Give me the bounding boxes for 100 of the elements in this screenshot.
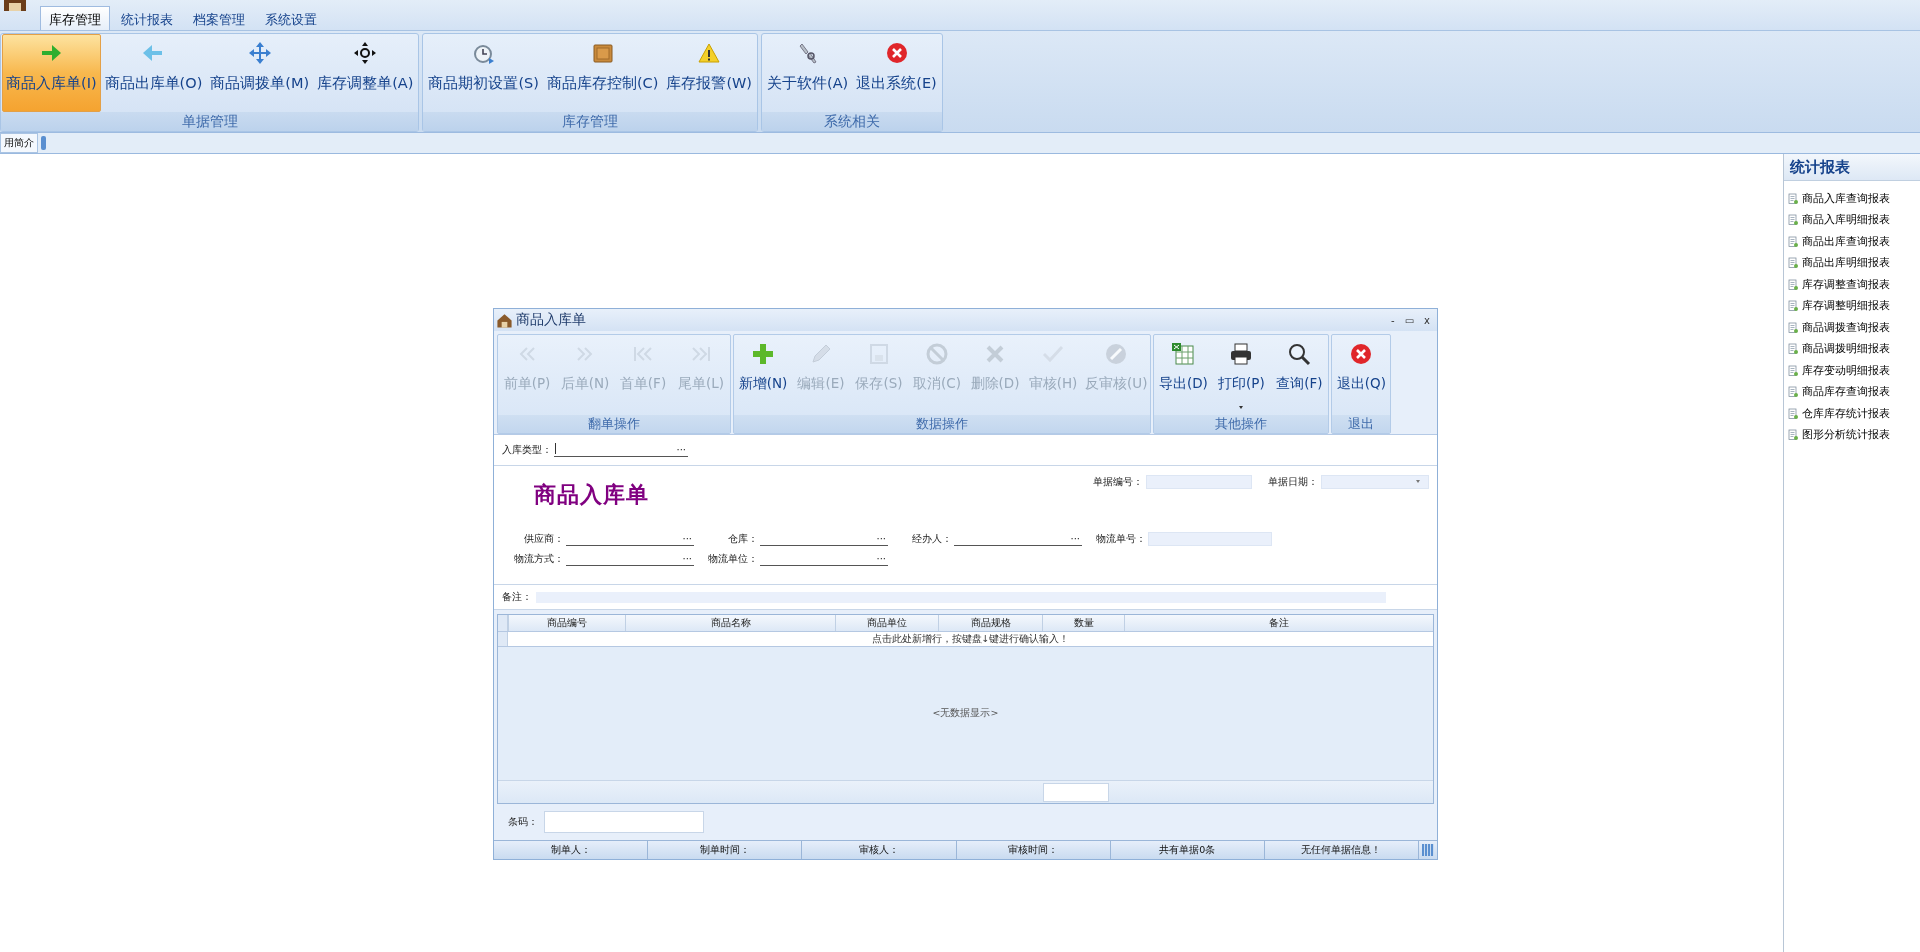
report-icon xyxy=(1787,192,1799,205)
lookup-field[interactable]: ··· xyxy=(760,552,888,566)
ellipsis-button[interactable]: ··· xyxy=(876,533,888,544)
menu-tab[interactable]: 统计报表 xyxy=(112,6,182,30)
column-header[interactable]: 商品名称 xyxy=(625,615,835,631)
lookup-field[interactable]: ··· xyxy=(566,532,694,546)
ribbon-button[interactable]: 商品期初设置(S) xyxy=(424,34,543,112)
column-header[interactable]: 备注 xyxy=(1124,615,1433,631)
group-title: 其他操作 xyxy=(1154,415,1329,433)
field-label: 单据编号： xyxy=(1093,475,1143,489)
field-label: 物流单位： xyxy=(707,552,758,566)
group-title: 数据操作 xyxy=(734,415,1151,433)
ribbon-button[interactable]: 商品调拨单(M) xyxy=(206,34,314,112)
field-label: 单据日期： xyxy=(1268,475,1318,489)
pencil-icon xyxy=(809,342,833,366)
ellipsis-button[interactable]: ··· xyxy=(1070,533,1082,544)
report-icon xyxy=(1787,321,1799,334)
move-target-icon xyxy=(353,41,378,65)
search-icon xyxy=(1287,342,1312,366)
lookup-field[interactable]: ··· xyxy=(954,532,1082,546)
window-control[interactable]: x xyxy=(1421,314,1433,326)
tab-scroll-handle[interactable] xyxy=(41,136,46,150)
field-label: 物流方式： xyxy=(513,552,564,566)
status-cell: 审核时间： xyxy=(956,841,1111,859)
report-icon xyxy=(1787,364,1799,377)
form-heading: 商品入库单 xyxy=(534,480,649,509)
column-header[interactable]: 商品规格 xyxy=(938,615,1042,631)
toolbar-button[interactable]: 打印(P) xyxy=(1212,335,1271,415)
report-icon xyxy=(1787,257,1799,270)
lookup-field[interactable]: ··· xyxy=(760,532,888,546)
ellipsis-button[interactable]: ··· xyxy=(682,533,694,544)
field-label: 经办人： xyxy=(911,532,952,546)
ribbon-button[interactable]: 商品出库单(O) xyxy=(100,34,207,112)
report-icon xyxy=(1787,278,1799,291)
column-header[interactable]: 商品单位 xyxy=(835,615,938,631)
report-icon xyxy=(1787,343,1799,356)
report-link[interactable]: 商品出库查询报表 xyxy=(1784,231,1920,253)
menu-tab[interactable]: 档案管理 xyxy=(184,6,254,30)
status-cell: 共有单据0条 xyxy=(1110,841,1265,859)
ellipsis-button[interactable]: ··· xyxy=(876,553,888,564)
toolbar-button[interactable]: 新增(N) xyxy=(734,335,792,415)
field-label: 物流单号： xyxy=(1095,532,1146,546)
report-link[interactable]: 商品入库明细报表 xyxy=(1784,209,1920,231)
report-link[interactable]: 商品调拨明细报表 xyxy=(1784,338,1920,360)
move-arrows-icon xyxy=(247,41,272,65)
ellipsis-button[interactable]: ··· xyxy=(676,444,688,455)
input-field[interactable] xyxy=(1146,475,1252,489)
ellipsis-button[interactable]: ··· xyxy=(682,553,694,564)
date-field[interactable] xyxy=(1321,475,1429,489)
report-link[interactable]: 商品出库明细报表 xyxy=(1784,252,1920,274)
report-link[interactable]: 图形分析统计报表 xyxy=(1784,424,1920,446)
status-cell: 无任何单据信息！ xyxy=(1264,841,1420,859)
toolbar-button[interactable]: 退出(Q) xyxy=(1332,335,1391,415)
plus-icon xyxy=(751,342,775,366)
menu-tab[interactable]: 系统设置 xyxy=(256,6,326,30)
report-link[interactable]: 商品调拨查询报表 xyxy=(1784,317,1920,339)
lookup-field[interactable]: ··· xyxy=(566,552,694,566)
column-header[interactable]: 商品编号 xyxy=(508,615,625,631)
report-link[interactable]: 库存调整查询报表 xyxy=(1784,274,1920,296)
window-control[interactable]: - xyxy=(1388,314,1398,326)
report-icon xyxy=(1787,429,1799,442)
report-link[interactable]: 库存调整明细报表 xyxy=(1784,295,1920,317)
barcode-field[interactable] xyxy=(544,811,704,833)
column-header[interactable]: 数量 xyxy=(1042,615,1124,631)
report-icon xyxy=(1787,300,1799,313)
window-control[interactable]: ▭ xyxy=(1401,314,1418,326)
disabled-circle-icon xyxy=(1104,342,1129,366)
close-icon xyxy=(1349,342,1374,366)
ribbon-button[interactable]: 关于软件(A) xyxy=(763,34,853,112)
report-link[interactable]: 商品入库查询报表 xyxy=(1784,188,1920,210)
field-label: 入库类型： xyxy=(502,443,552,457)
ribbon-button[interactable]: 商品库存控制(C) xyxy=(542,34,663,112)
field-label: 备注： xyxy=(502,590,532,604)
report-icon xyxy=(1787,214,1799,227)
report-link[interactable]: 商品库存查询报表 xyxy=(1784,381,1920,403)
window-title: 商品入库单 xyxy=(516,311,586,329)
ribbon-button[interactable]: 退出系统(E) xyxy=(852,34,941,112)
field-label: 供应商： xyxy=(523,532,564,546)
ban-icon xyxy=(925,342,949,366)
document-tab[interactable]: 用简介 xyxy=(0,133,38,153)
ribbon-button[interactable]: 库存调整单(A) xyxy=(313,34,418,112)
box-icon xyxy=(590,41,615,65)
field-label: 仓库： xyxy=(727,532,758,546)
report-link[interactable]: 仓库库存统计报表 xyxy=(1784,403,1920,425)
field-label: 条码： xyxy=(508,815,538,829)
ribbon-button[interactable]: 商品入库单(I) xyxy=(2,34,101,112)
lookup-field[interactable]: ··· xyxy=(554,443,688,457)
group-title: 单据管理 xyxy=(1,112,419,131)
group-title: 系统相关 xyxy=(762,112,942,131)
toolbar-button[interactable]: 导出(D) xyxy=(1154,335,1213,415)
menu-tab[interactable]: 库存管理 xyxy=(40,6,110,30)
ribbon-button[interactable]: 库存报警(W) xyxy=(662,34,757,112)
status-cell: 审核人： xyxy=(802,841,957,859)
toolbar-button[interactable]: 查询(F) xyxy=(1270,335,1329,415)
report-icon xyxy=(1787,386,1799,399)
group-title: 退出 xyxy=(1332,415,1391,433)
input-field[interactable] xyxy=(1148,532,1272,546)
report-icon xyxy=(1787,235,1799,248)
report-link[interactable]: 库存变动明细报表 xyxy=(1784,360,1920,382)
printer-icon xyxy=(1229,342,1254,366)
